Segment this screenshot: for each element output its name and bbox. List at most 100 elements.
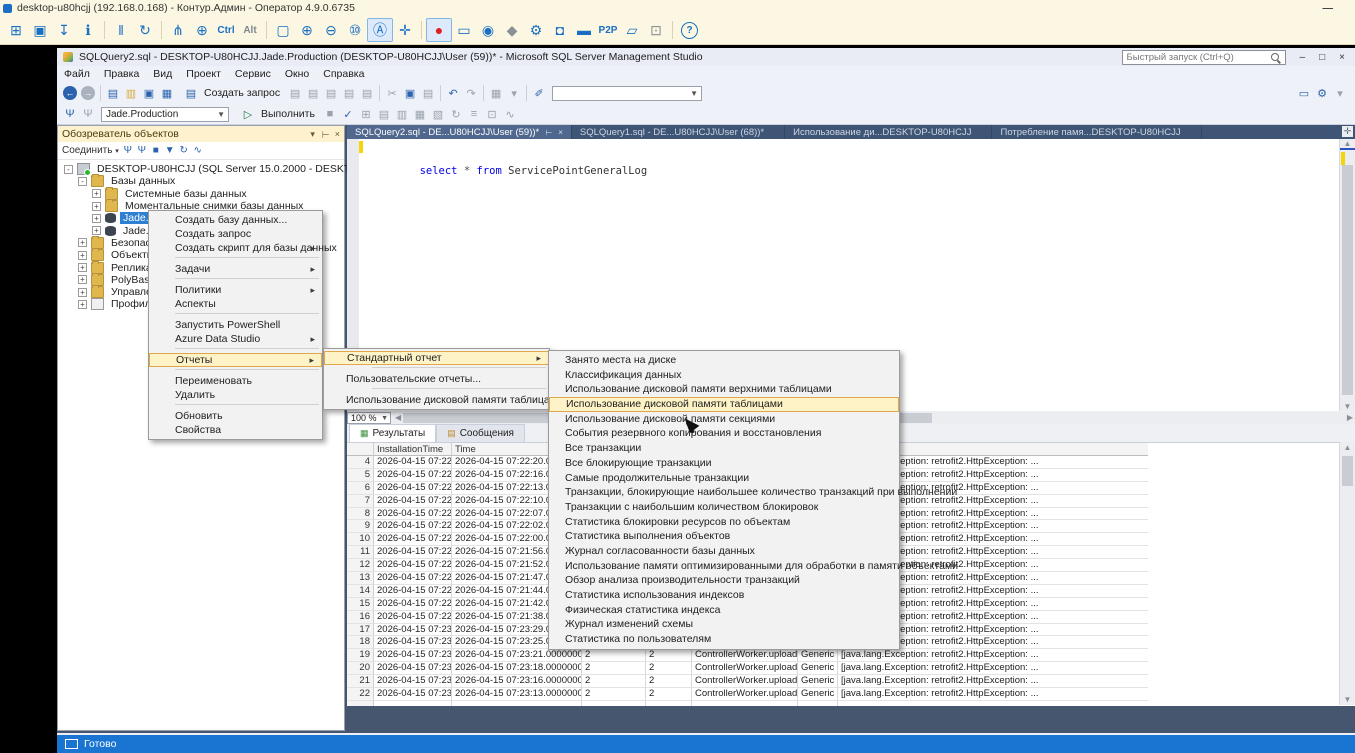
table-row[interactable]: 19 2026-04-15 07:23:00 2026-04-15 07:23:…: [347, 649, 1355, 662]
close-icon[interactable]: ×: [558, 128, 563, 137]
menu-item-custom-reports[interactable]: Пользовательские отчеты...: [324, 372, 549, 386]
cell-time[interactable]: 2026-04-15 07:23:18.0000000 +00:00: [452, 662, 582, 675]
cell-installation-time[interactable]: 2026-04-15 07:22:00: [374, 520, 452, 533]
cell-installation-time[interactable]: 2026-04-15 07:22:00: [374, 572, 452, 585]
navigate-back-icon[interactable]: ←: [63, 86, 77, 100]
toolbar-icon[interactable]: [440, 85, 441, 101]
row-number-cell[interactable]: 16: [347, 611, 374, 624]
menubar-item[interactable]: Окно: [278, 68, 316, 80]
cancel-query-icon[interactable]: ■: [321, 105, 339, 123]
execute-button[interactable]: ▷ Выполнить: [233, 105, 321, 123]
expand-toggle-icon[interactable]: +: [92, 226, 101, 235]
menu-item[interactable]: Статистика блокировки ресурсов по объект…: [549, 515, 899, 530]
redo-icon[interactable]: ↷: [462, 84, 480, 102]
cell-time[interactable]: 2026-04-15 07:23:16.0000000 +00:00: [452, 675, 582, 688]
cell-time[interactable]: 2026-04-15 07:23:13.0000000 +00:00: [452, 688, 582, 701]
connect-icon[interactable]: Ψ: [61, 105, 79, 123]
menu-item[interactable]: Физическая статистика индекса: [549, 603, 899, 618]
row-number-cell[interactable]: 5: [347, 469, 374, 482]
grid-scrollbar[interactable]: ▲ ▼: [1339, 442, 1355, 705]
pin-icon[interactable]: ⊥: [319, 130, 330, 138]
close-button[interactable]: ×: [1339, 52, 1345, 63]
menu-item-azure-data-studio[interactable]: Azure Data Studio: [149, 332, 322, 346]
table-row[interactable]: [347, 701, 1355, 706]
expand-toggle-icon[interactable]: -: [78, 177, 87, 186]
row-number-cell[interactable]: 21: [347, 675, 374, 688]
pin-icon[interactable]: ⊥: [544, 129, 553, 136]
cell-installation-time[interactable]: 2026-04-15 07:23:00: [374, 636, 452, 649]
plan-icon[interactable]: ∿: [501, 105, 519, 123]
parse-icon[interactable]: ✓: [339, 105, 357, 123]
results-text-icon[interactable]: ▤: [375, 105, 393, 123]
cell-error-text[interactable]: [java.lang.Exception: retrofit2.HttpExce…: [838, 688, 1148, 701]
menu-item-rename[interactable]: Переименовать: [149, 374, 322, 388]
settings-icon[interactable]: ⚙: [524, 19, 548, 41]
open-file-icon[interactable]: ▥: [122, 84, 140, 102]
menu-item[interactable]: Транзакции, блокирующие наибольшее колич…: [549, 485, 899, 500]
expand-toggle-icon[interactable]: +: [78, 263, 87, 272]
cell-installation-time[interactable]: 2026-04-15 07:23:00: [374, 624, 452, 637]
scroll-down-icon[interactable]: ▼: [1340, 402, 1355, 411]
menu-item[interactable]: Использование дисковой памяти секциями: [549, 412, 899, 427]
info-icon[interactable]: ℹ: [76, 19, 100, 41]
row-number-cell[interactable]: [347, 701, 374, 706]
table-row[interactable]: 20 2026-04-15 07:23:00 2026-04-15 07:23:…: [347, 662, 1355, 675]
p2p-button[interactable]: P2P: [596, 19, 620, 41]
expand-toggle-icon[interactable]: +: [78, 288, 87, 297]
shield-icon[interactable]: ◆: [500, 19, 524, 41]
expand-toggle-icon[interactable]: -: [64, 165, 73, 174]
expand-toggle-icon[interactable]: +: [78, 251, 87, 260]
menu-item[interactable]: Использование дисковой памяти таблицами: [549, 397, 899, 412]
misc-icon[interactable]: ⊡: [644, 19, 668, 41]
document-tab[interactable]: SQLQuery1.sql - DE...U80HCJJ\User (68))*: [572, 125, 785, 139]
tree-item[interactable]: + Системные базы данных: [58, 188, 344, 200]
activity-icon[interactable]: ∿: [191, 145, 205, 156]
copy-icon[interactable]: ▣: [401, 84, 419, 102]
pause-icon[interactable]: ‖: [109, 19, 133, 41]
expand-toggle-icon[interactable]: +: [78, 300, 87, 309]
menu-item-facets[interactable]: Аспекты: [149, 297, 322, 311]
row-number-cell[interactable]: 18: [347, 636, 374, 649]
editor-scrollbar[interactable]: ▲ ▼: [1339, 139, 1355, 411]
menu-item-properties[interactable]: Свойства: [149, 423, 322, 437]
document-tab[interactable]: Потребление памя...DESKTOP-U80HCJJ: [992, 125, 1201, 139]
row-number-cell[interactable]: 8: [347, 508, 374, 521]
paste-icon[interactable]: ▤: [419, 84, 437, 102]
results-grid-icon[interactable]: ⊞: [357, 105, 375, 123]
cell-installation-time[interactable]: 2026-04-15 07:22:00: [374, 559, 452, 572]
add-icon[interactable]: ⊕: [190, 19, 214, 41]
menu-item[interactable]: Обзор анализа производительности транзак…: [549, 573, 899, 588]
menu-item[interactable]: События резервного копирования и восстан…: [549, 426, 899, 441]
cell-source[interactable]: ControllerWorker.uploadLogs: [692, 675, 798, 688]
results-file-icon[interactable]: ▥: [393, 105, 411, 123]
zoom-100-icon[interactable]: ⑩: [343, 19, 367, 41]
menu-item-reports[interactable]: Отчеты: [149, 353, 322, 367]
cell-installation-time[interactable]: 2026-04-15 07:22:00: [374, 598, 452, 611]
cell-installation-time[interactable]: 2026-04-15 07:22:00: [374, 456, 452, 469]
new-xmla-query-icon[interactable]: ▤: [340, 84, 358, 102]
scrollbar-thumb[interactable]: [1342, 456, 1353, 486]
cell-category[interactable]: Generic: [798, 675, 838, 688]
tree-item[interactable]: - Базы данных: [58, 175, 344, 187]
cell-value[interactable]: 2: [582, 662, 646, 675]
cell-installation-time[interactable]: 2026-04-15 07:23:00: [374, 662, 452, 675]
cell-category[interactable]: Generic: [798, 649, 838, 662]
menu-item[interactable]: Использование дисковой памяти верхними т…: [549, 382, 899, 397]
cell-installation-time[interactable]: 2026-04-15 07:23:00: [374, 675, 452, 688]
expand-toggle-icon[interactable]: +: [92, 189, 101, 198]
tab-messages[interactable]: ▤ Сообщения: [436, 424, 525, 442]
scroll-up-icon[interactable]: ▲: [1340, 443, 1355, 452]
zoom-level-combo[interactable]: 100 % ▼: [347, 412, 391, 424]
toolbar-icon[interactable]: [379, 85, 380, 101]
row-number-cell[interactable]: 9: [347, 520, 374, 533]
column-header[interactable]: InstallationTime: [374, 443, 452, 456]
cell-category[interactable]: Generic: [798, 688, 838, 701]
save-icon[interactable]: ▣: [28, 19, 52, 41]
refresh-icon[interactable]: ↻: [447, 105, 465, 123]
cell-category[interactable]: [798, 701, 838, 706]
cell-category[interactable]: Generic: [798, 662, 838, 675]
menu-item-script-database[interactable]: Создать скрипт для базы данных: [149, 241, 322, 255]
database-combo[interactable]: Jade.Production ▼: [101, 107, 229, 122]
menu-item[interactable]: Журнал согласованности базы данных: [549, 544, 899, 559]
zoom-out-icon[interactable]: ⊖: [319, 19, 343, 41]
